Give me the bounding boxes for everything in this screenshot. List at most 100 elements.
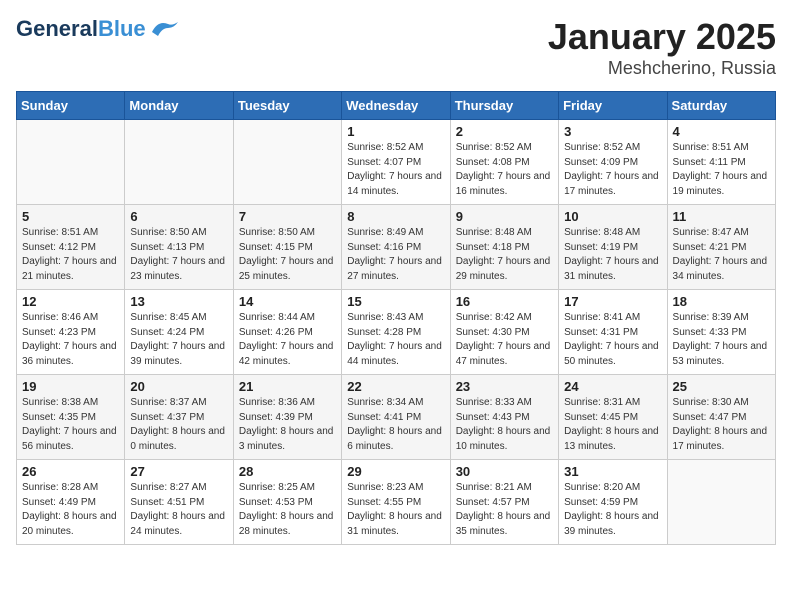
calendar-cell: 12Sunrise: 8:46 AMSunset: 4:23 PMDayligh… bbox=[17, 290, 125, 375]
month-title: January 2025 bbox=[548, 16, 776, 58]
day-number: 27 bbox=[130, 464, 227, 479]
day-number: 23 bbox=[456, 379, 553, 394]
weekday-header: Sunday bbox=[17, 92, 125, 120]
calendar-cell: 5 Sunrise: 8:51 AMSunset: 4:12 PMDaylight… bbox=[17, 205, 125, 290]
calendar-cell: 6 Sunrise: 8:50 AMSunset: 4:13 PMDaylight… bbox=[125, 205, 233, 290]
calendar-cell: 16Sunrise: 8:42 AMSunset: 4:30 PMDayligh… bbox=[450, 290, 558, 375]
calendar-cell: 13 Sunrise: 8:45 AMSunset: 4:24 PMDayligh… bbox=[125, 290, 233, 375]
day-info: Sunrise: 8:37 AMSunset: 4:37 PMDaylight:… bbox=[130, 396, 227, 454]
day-number: 4 bbox=[673, 124, 770, 139]
calendar-week-row: 1Sunrise: 8:52 AMSunset: 4:07 PMDaylight… bbox=[17, 120, 776, 205]
logo-text: GeneralBlue bbox=[16, 16, 146, 42]
day-number: 17 bbox=[564, 294, 661, 309]
calendar-cell bbox=[233, 120, 341, 205]
calendar-week-row: 12Sunrise: 8:46 AMSunset: 4:23 PMDayligh… bbox=[17, 290, 776, 375]
day-info: Sunrise: 8:31 AMSunset: 4:45 PMDaylight:… bbox=[564, 396, 661, 454]
day-info: Sunrise: 8:47 AMSunset: 4:21 PMDaylight:… bbox=[673, 226, 770, 284]
day-number: 10 bbox=[564, 209, 661, 224]
day-number: 1 bbox=[347, 124, 444, 139]
calendar-cell: 17 Sunrise: 8:41 AMSunset: 4:31 PMDayligh… bbox=[559, 290, 667, 375]
day-info: Sunrise: 8:45 AMSunset: 4:24 PMDaylight:… bbox=[130, 311, 227, 369]
calendar-cell: 22 Sunrise: 8:34 AMSunset: 4:41 PMDayligh… bbox=[342, 375, 450, 460]
calendar-cell: 24 Sunrise: 8:31 AMSunset: 4:45 PMDayligh… bbox=[559, 375, 667, 460]
calendar-cell: 8 Sunrise: 8:49 AMSunset: 4:16 PMDaylight… bbox=[342, 205, 450, 290]
calendar-cell: 7 Sunrise: 8:50 AMSunset: 4:15 PMDaylight… bbox=[233, 205, 341, 290]
day-info: Sunrise: 8:39 AMSunset: 4:33 PMDaylight:… bbox=[673, 311, 770, 369]
day-info: Sunrise: 8:25 AMSunset: 4:53 PMDaylight:… bbox=[239, 481, 336, 539]
calendar-cell: 27 Sunrise: 8:27 AMSunset: 4:51 PMDayligh… bbox=[125, 460, 233, 545]
day-info: Sunrise: 8:48 AMSunset: 4:18 PMDaylight:… bbox=[456, 226, 553, 284]
calendar-cell bbox=[125, 120, 233, 205]
day-info: Sunrise: 8:36 AMSunset: 4:39 PMDaylight:… bbox=[239, 396, 336, 454]
weekday-header-row: SundayMondayTuesdayWednesdayThursdayFrid… bbox=[17, 92, 776, 120]
calendar-cell: 1Sunrise: 8:52 AMSunset: 4:07 PMDaylight… bbox=[342, 120, 450, 205]
day-info: Sunrise: 8:52 AMSunset: 4:09 PMDaylight:… bbox=[564, 141, 661, 199]
calendar-cell: 20 Sunrise: 8:37 AMSunset: 4:37 PMDayligh… bbox=[125, 375, 233, 460]
calendar-cell: 21 Sunrise: 8:36 AMSunset: 4:39 PMDayligh… bbox=[233, 375, 341, 460]
day-info: Sunrise: 8:50 AMSunset: 4:15 PMDaylight:… bbox=[239, 226, 336, 284]
weekday-header: Friday bbox=[559, 92, 667, 120]
day-number: 28 bbox=[239, 464, 336, 479]
calendar-cell: 2 Sunrise: 8:52 AMSunset: 4:08 PMDaylight… bbox=[450, 120, 558, 205]
weekday-header: Wednesday bbox=[342, 92, 450, 120]
day-number: 31 bbox=[564, 464, 661, 479]
calendar-cell: 30 Sunrise: 8:21 AMSunset: 4:57 PMDayligh… bbox=[450, 460, 558, 545]
calendar-cell bbox=[667, 460, 775, 545]
day-info: Sunrise: 8:34 AMSunset: 4:41 PMDaylight:… bbox=[347, 396, 444, 454]
day-number: 24 bbox=[564, 379, 661, 394]
day-number: 15 bbox=[347, 294, 444, 309]
logo: GeneralBlue bbox=[16, 16, 182, 42]
calendar-cell: 3Sunrise: 8:52 AMSunset: 4:09 PMDaylight… bbox=[559, 120, 667, 205]
day-number: 7 bbox=[239, 209, 336, 224]
day-info: Sunrise: 8:49 AMSunset: 4:16 PMDaylight:… bbox=[347, 226, 444, 284]
calendar-cell: 31 Sunrise: 8:20 AMSunset: 4:59 PMDayligh… bbox=[559, 460, 667, 545]
day-number: 18 bbox=[673, 294, 770, 309]
day-number: 8 bbox=[347, 209, 444, 224]
location-title: Meshcherino, Russia bbox=[548, 58, 776, 79]
calendar-cell: 9 Sunrise: 8:48 AMSunset: 4:18 PMDaylight… bbox=[450, 205, 558, 290]
title-block: January 2025 Meshcherino, Russia bbox=[548, 16, 776, 79]
weekday-header: Tuesday bbox=[233, 92, 341, 120]
weekday-header: Monday bbox=[125, 92, 233, 120]
calendar-cell: 18 Sunrise: 8:39 AMSunset: 4:33 PMDayligh… bbox=[667, 290, 775, 375]
day-number: 21 bbox=[239, 379, 336, 394]
day-info: Sunrise: 8:48 AMSunset: 4:19 PMDaylight:… bbox=[564, 226, 661, 284]
day-number: 25 bbox=[673, 379, 770, 394]
day-number: 30 bbox=[456, 464, 553, 479]
calendar-cell: 25Sunrise: 8:30 AMSunset: 4:47 PMDayligh… bbox=[667, 375, 775, 460]
weekday-header: Saturday bbox=[667, 92, 775, 120]
calendar-cell: 29Sunrise: 8:23 AMSunset: 4:55 PMDayligh… bbox=[342, 460, 450, 545]
day-info: Sunrise: 8:51 AMSunset: 4:12 PMDaylight:… bbox=[22, 226, 119, 284]
day-number: 22 bbox=[347, 379, 444, 394]
day-info: Sunrise: 8:51 AMSunset: 4:11 PMDaylight:… bbox=[673, 141, 770, 199]
day-number: 20 bbox=[130, 379, 227, 394]
day-number: 26 bbox=[22, 464, 119, 479]
day-info: Sunrise: 8:41 AMSunset: 4:31 PMDaylight:… bbox=[564, 311, 661, 369]
day-info: Sunrise: 8:52 AMSunset: 4:08 PMDaylight:… bbox=[456, 141, 553, 199]
calendar-week-row: 19Sunrise: 8:38 AMSunset: 4:35 PMDayligh… bbox=[17, 375, 776, 460]
calendar-table: SundayMondayTuesdayWednesdayThursdayFrid… bbox=[16, 91, 776, 545]
calendar-cell bbox=[17, 120, 125, 205]
calendar-cell: 19Sunrise: 8:38 AMSunset: 4:35 PMDayligh… bbox=[17, 375, 125, 460]
day-info: Sunrise: 8:21 AMSunset: 4:57 PMDaylight:… bbox=[456, 481, 553, 539]
day-info: Sunrise: 8:23 AMSunset: 4:55 PMDaylight:… bbox=[347, 481, 444, 539]
calendar-cell: 11 Sunrise: 8:47 AMSunset: 4:21 PMDayligh… bbox=[667, 205, 775, 290]
day-number: 5 bbox=[22, 209, 119, 224]
day-info: Sunrise: 8:20 AMSunset: 4:59 PMDaylight:… bbox=[564, 481, 661, 539]
calendar-cell: 26Sunrise: 8:28 AMSunset: 4:49 PMDayligh… bbox=[17, 460, 125, 545]
day-number: 6 bbox=[130, 209, 227, 224]
day-info: Sunrise: 8:44 AMSunset: 4:26 PMDaylight:… bbox=[239, 311, 336, 369]
day-number: 9 bbox=[456, 209, 553, 224]
day-number: 2 bbox=[456, 124, 553, 139]
calendar-cell: 10 Sunrise: 8:48 AMSunset: 4:19 PMDayligh… bbox=[559, 205, 667, 290]
day-info: Sunrise: 8:27 AMSunset: 4:51 PMDaylight:… bbox=[130, 481, 227, 539]
calendar-cell: 15Sunrise: 8:43 AMSunset: 4:28 PMDayligh… bbox=[342, 290, 450, 375]
day-info: Sunrise: 8:46 AMSunset: 4:23 PMDaylight:… bbox=[22, 311, 119, 369]
calendar-cell: 23Sunrise: 8:33 AMSunset: 4:43 PMDayligh… bbox=[450, 375, 558, 460]
weekday-header: Thursday bbox=[450, 92, 558, 120]
day-number: 11 bbox=[673, 209, 770, 224]
day-number: 13 bbox=[130, 294, 227, 309]
day-info: Sunrise: 8:50 AMSunset: 4:13 PMDaylight:… bbox=[130, 226, 227, 284]
calendar-week-row: 26Sunrise: 8:28 AMSunset: 4:49 PMDayligh… bbox=[17, 460, 776, 545]
day-number: 16 bbox=[456, 294, 553, 309]
